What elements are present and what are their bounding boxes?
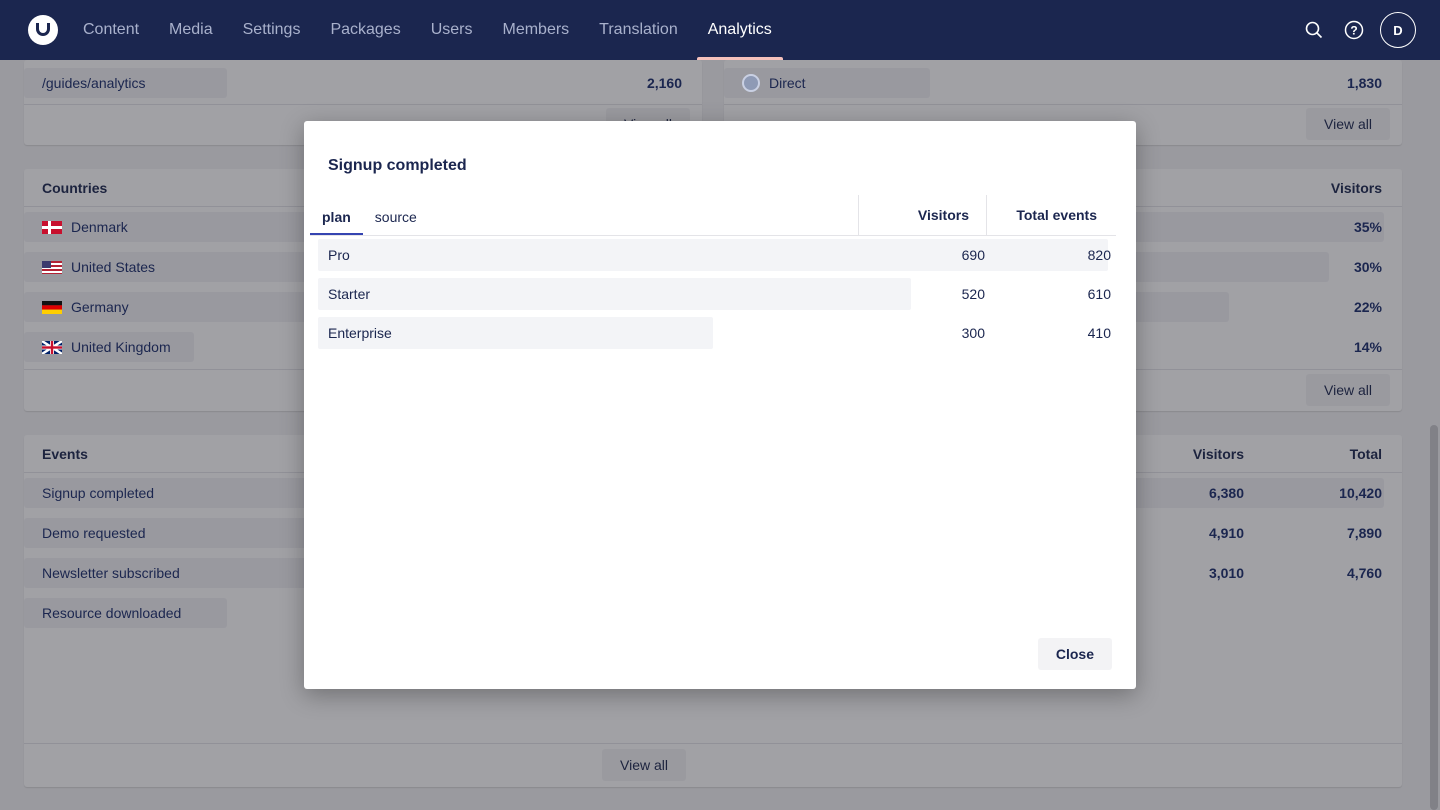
nav-translation[interactable]: Translation [584,0,693,60]
search-icon[interactable] [1300,12,1328,48]
close-button[interactable]: Close [1037,638,1112,670]
nav-packages[interactable]: Packages [315,0,415,60]
tab-source[interactable]: source [363,199,429,235]
plan-label: Starter [328,286,371,302]
user-avatar[interactable]: D [1380,12,1416,48]
plan-total: 610 [1087,286,1111,302]
uk-flag-icon [41,339,63,355]
share-bar [318,278,911,310]
event-visitors: 3,010 [1208,565,1244,581]
source-value: 1,830 [1346,75,1382,91]
event-total: 4,760 [1346,565,1382,581]
event-total: 7,890 [1346,525,1382,541]
event-label: Demo requested [42,525,146,541]
us-flag-icon [42,260,62,274]
event-total: 10,420 [1339,485,1382,501]
event-label: Resource downloaded [42,605,182,621]
column-header-visitors: Visitors [917,207,969,223]
globe-icon [742,74,760,92]
source-label: Direct [769,75,806,91]
plan-label: Pro [328,247,350,263]
plan-visitors: 520 [961,286,985,302]
top-navigation: Content Media Settings Packages Users Me… [0,0,1440,60]
plan-visitors: 690 [961,247,985,263]
country-label: United Kingdom [71,339,171,355]
plan-total: 820 [1087,247,1111,263]
column-header-total-events: Total events [1016,207,1097,223]
main-nav: Content Media Settings Packages Users Me… [68,0,787,60]
country-label: Denmark [71,219,128,235]
event-label: Newsletter subscribed [42,565,180,581]
svg-text:?: ? [1350,24,1357,38]
event-details-dialog: Signup completed plan source Visitors To… [304,121,1136,689]
event-visitors: 6,380 [1208,485,1244,501]
country-value: 14% [1353,339,1382,355]
nav-media[interactable]: Media [154,0,228,60]
event-visitors: 4,910 [1208,525,1244,541]
table-row: Enterprise 300 410 [318,317,1111,349]
country-value: 30% [1353,259,1382,275]
nav-analytics[interactable]: Analytics [693,0,787,60]
umbraco-logo[interactable] [28,15,58,45]
table-row: Pro 690 820 [318,239,1111,271]
table-row: Starter 520 610 [318,278,1111,310]
dialog-title: Signup completed [328,157,467,174]
denmark-flag-icon [42,220,62,234]
nav-users[interactable]: Users [416,0,488,60]
plan-visitors: 300 [961,325,985,341]
share-bar [318,239,1108,271]
nav-content[interactable]: Content [68,0,154,60]
tab-plan[interactable]: plan [310,199,363,235]
nav-members[interactable]: Members [487,0,584,60]
event-label: Signup completed [42,485,155,501]
help-icon[interactable]: ? [1340,12,1368,48]
nav-settings[interactable]: Settings [228,0,316,60]
plan-label: Enterprise [328,325,392,341]
germany-flag-icon [42,300,62,314]
page-value: 2,160 [646,75,682,91]
country-value: 22% [1353,299,1382,315]
plan-total: 410 [1087,325,1111,341]
breakdown-tabs: plan source [310,199,429,235]
country-label: Germany [71,299,129,315]
page-path: /guides/analytics [42,75,146,91]
country-label: United States [71,259,156,275]
country-value: 35% [1353,219,1382,235]
